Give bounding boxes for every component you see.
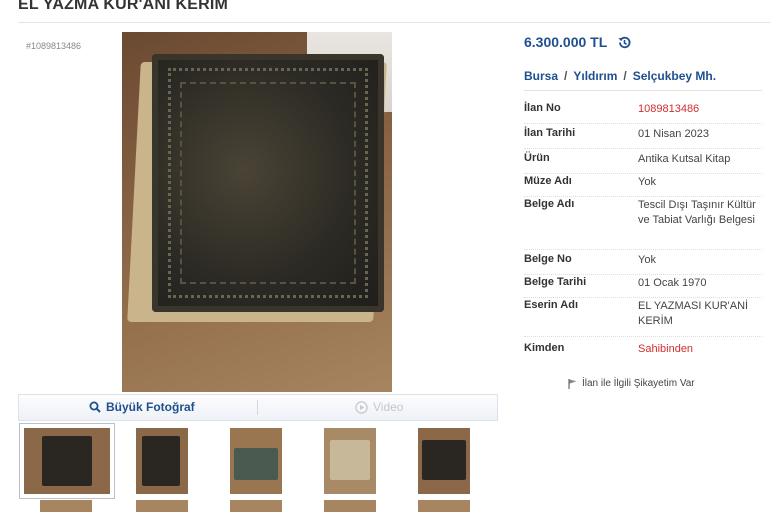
- detail-row-eserin-adi: Eserin Adı EL YAZMASI KUR'ANİ KERİM: [524, 299, 762, 337]
- main-photo[interactable]: [122, 32, 392, 392]
- large-photo-button[interactable]: Büyük Fotoğraf: [89, 400, 195, 414]
- thumbnail-6[interactable]: [40, 500, 92, 512]
- detail-label: Belge Adı: [524, 198, 575, 210]
- thumbnail-10[interactable]: [418, 500, 470, 512]
- page-title: EL YAZMA KUR'ANİ KERİM: [18, 0, 229, 13]
- video-label: Video: [373, 400, 404, 414]
- breadcrumb-city[interactable]: Bursa: [524, 69, 558, 83]
- detail-value: Tescil Dışı Taşınır Kültür ve Tabiat Var…: [638, 199, 756, 226]
- thumbnail-4[interactable]: [324, 428, 376, 494]
- video-button[interactable]: Video: [355, 400, 403, 414]
- detail-value: Sahibinden: [638, 343, 694, 355]
- thumbnail-2[interactable]: [136, 428, 188, 494]
- cover-inner-border: [180, 82, 356, 284]
- toolbar-separator: [257, 400, 258, 415]
- detail-label: Müze Adı: [524, 175, 572, 187]
- complaint-link[interactable]: İlan ile İlgili Şikayetim Var: [568, 378, 695, 389]
- gallery-toolbar: Büyük Fotoğraf Video: [18, 394, 498, 421]
- location-breadcrumb: Bursa / Yıldırım / Selçukbey Mh.: [524, 69, 717, 83]
- detail-row-muze-adi: Müze Adı Yok: [524, 175, 762, 197]
- detail-row-kimden: Kimden Sahibinden: [524, 342, 762, 364]
- detail-value: 01 Ocak 1970: [638, 277, 707, 289]
- detail-value: 1089813486: [638, 103, 700, 115]
- book-image: [127, 50, 387, 322]
- thumbnail-strip: [19, 423, 500, 512]
- detail-value: EL YAZMASI KUR'ANİ KERİM: [638, 300, 749, 327]
- detail-label: Belge Tarihi: [524, 276, 587, 288]
- detail-row-ilan-tarihi: İlan Tarihi 01 Nisan 2023: [524, 127, 762, 149]
- large-photo-label: Büyük Fotoğraf: [106, 400, 195, 414]
- thumbnail-7[interactable]: [136, 500, 188, 512]
- history-icon[interactable]: [617, 35, 632, 50]
- breadcrumb-district[interactable]: Yıldırım: [573, 69, 617, 83]
- title-divider: [18, 22, 770, 23]
- detail-row-belge-adi: Belge Adı Tescil Dışı Taşınır Kültür ve …: [524, 198, 762, 250]
- detail-label: İlan No: [524, 102, 561, 114]
- detail-label: Ürün: [524, 152, 550, 164]
- detail-label: Eserin Adı: [524, 299, 578, 311]
- detail-label: İlan Tarihi: [524, 127, 576, 139]
- complaint-label: İlan ile İlgili Şikayetim Var: [582, 378, 695, 389]
- detail-value: Yok: [638, 254, 656, 266]
- thumbnail-5[interactable]: [418, 428, 470, 494]
- detail-row-ilan-no: İlan No 1089813486: [524, 102, 762, 124]
- breadcrumb-divider: [524, 90, 762, 91]
- detail-label: Kimden: [524, 342, 565, 354]
- detail-value: Antika Kutsal Kitap: [638, 153, 731, 165]
- thumbnail-8[interactable]: [230, 500, 282, 512]
- detail-value: Yok: [638, 176, 656, 188]
- thumbnail-1[interactable]: [19, 423, 115, 499]
- ad-id: #1089813486: [26, 41, 82, 51]
- breadcrumb-neighborhood[interactable]: Selçukbey Mh.: [633, 69, 716, 83]
- price: 6.300.000 TL: [524, 34, 632, 50]
- magnifier-icon: [89, 401, 101, 413]
- thumbnail-9[interactable]: [324, 500, 376, 512]
- detail-row-urun: Ürün Antika Kutsal Kitap: [524, 152, 762, 174]
- detail-label: Belge No: [524, 253, 572, 265]
- detail-row-belge-tarihi: Belge Tarihi 01 Ocak 1970: [524, 276, 762, 298]
- thumbnail-3[interactable]: [230, 428, 282, 494]
- flag-icon: [568, 378, 577, 389]
- detail-row-belge-no: Belge No Yok: [524, 253, 762, 275]
- play-icon: [355, 400, 368, 414]
- book-cover: [152, 54, 384, 312]
- detail-value: 01 Nisan 2023: [638, 128, 709, 140]
- price-value: 6.300.000 TL: [524, 34, 608, 50]
